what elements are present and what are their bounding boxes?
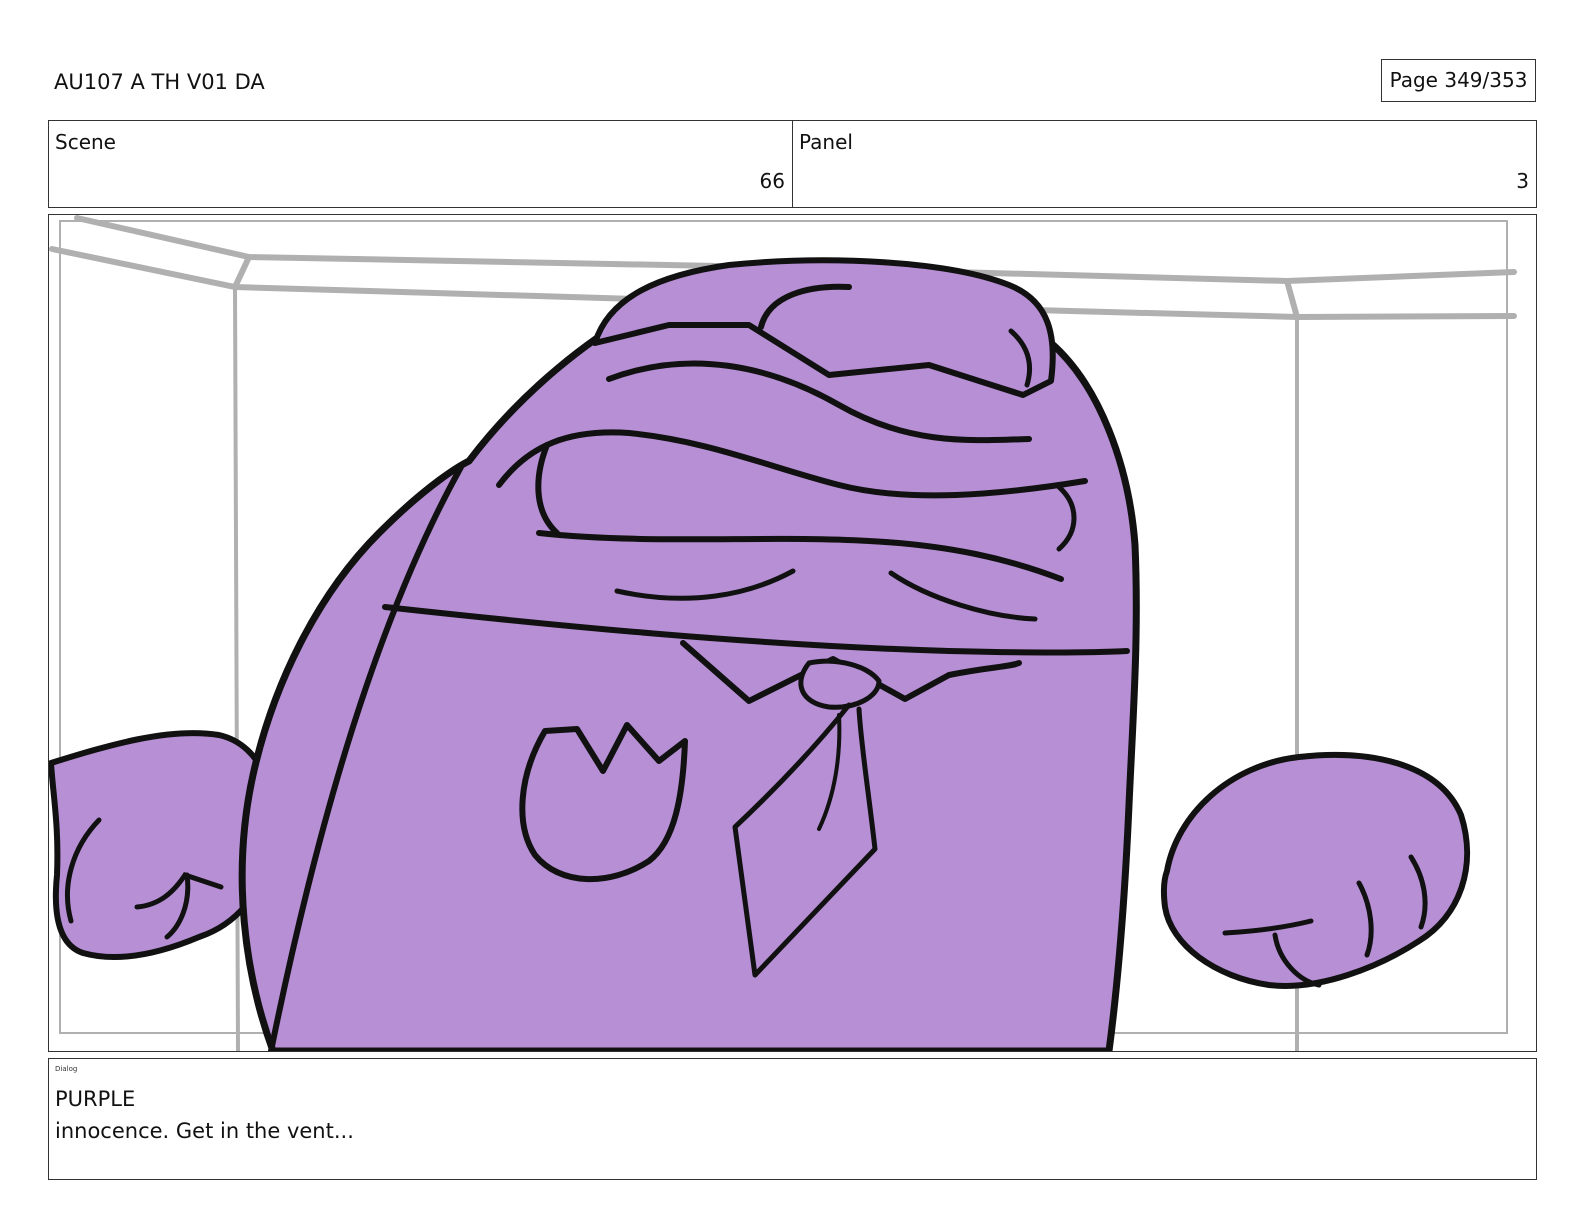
scene-number: 66	[759, 169, 785, 193]
dialog-box: Dialog PURPLE innocence. Get in the vent…	[48, 1058, 1537, 1180]
panel-cell: Panel 3	[793, 121, 1536, 207]
document-title: AU107 A TH V01 DA	[54, 70, 265, 94]
dialog-line: innocence. Get in the vent...	[55, 1119, 354, 1143]
storyboard-drawing	[49, 215, 1517, 1051]
dialog-label: Dialog	[55, 1065, 78, 1073]
scene-cell: Scene 66	[49, 121, 793, 207]
panel-number: 3	[1516, 169, 1529, 193]
scene-label: Scene	[55, 130, 116, 154]
right-fist-icon	[1160, 751, 1471, 989]
dialog-speaker: PURPLE	[55, 1087, 136, 1111]
storyboard-frame	[48, 214, 1537, 1052]
panel-label: Panel	[799, 130, 853, 154]
page-indicator: Page 349/353	[1381, 59, 1536, 102]
scene-panel-row: Scene 66 Panel 3	[48, 120, 1537, 208]
